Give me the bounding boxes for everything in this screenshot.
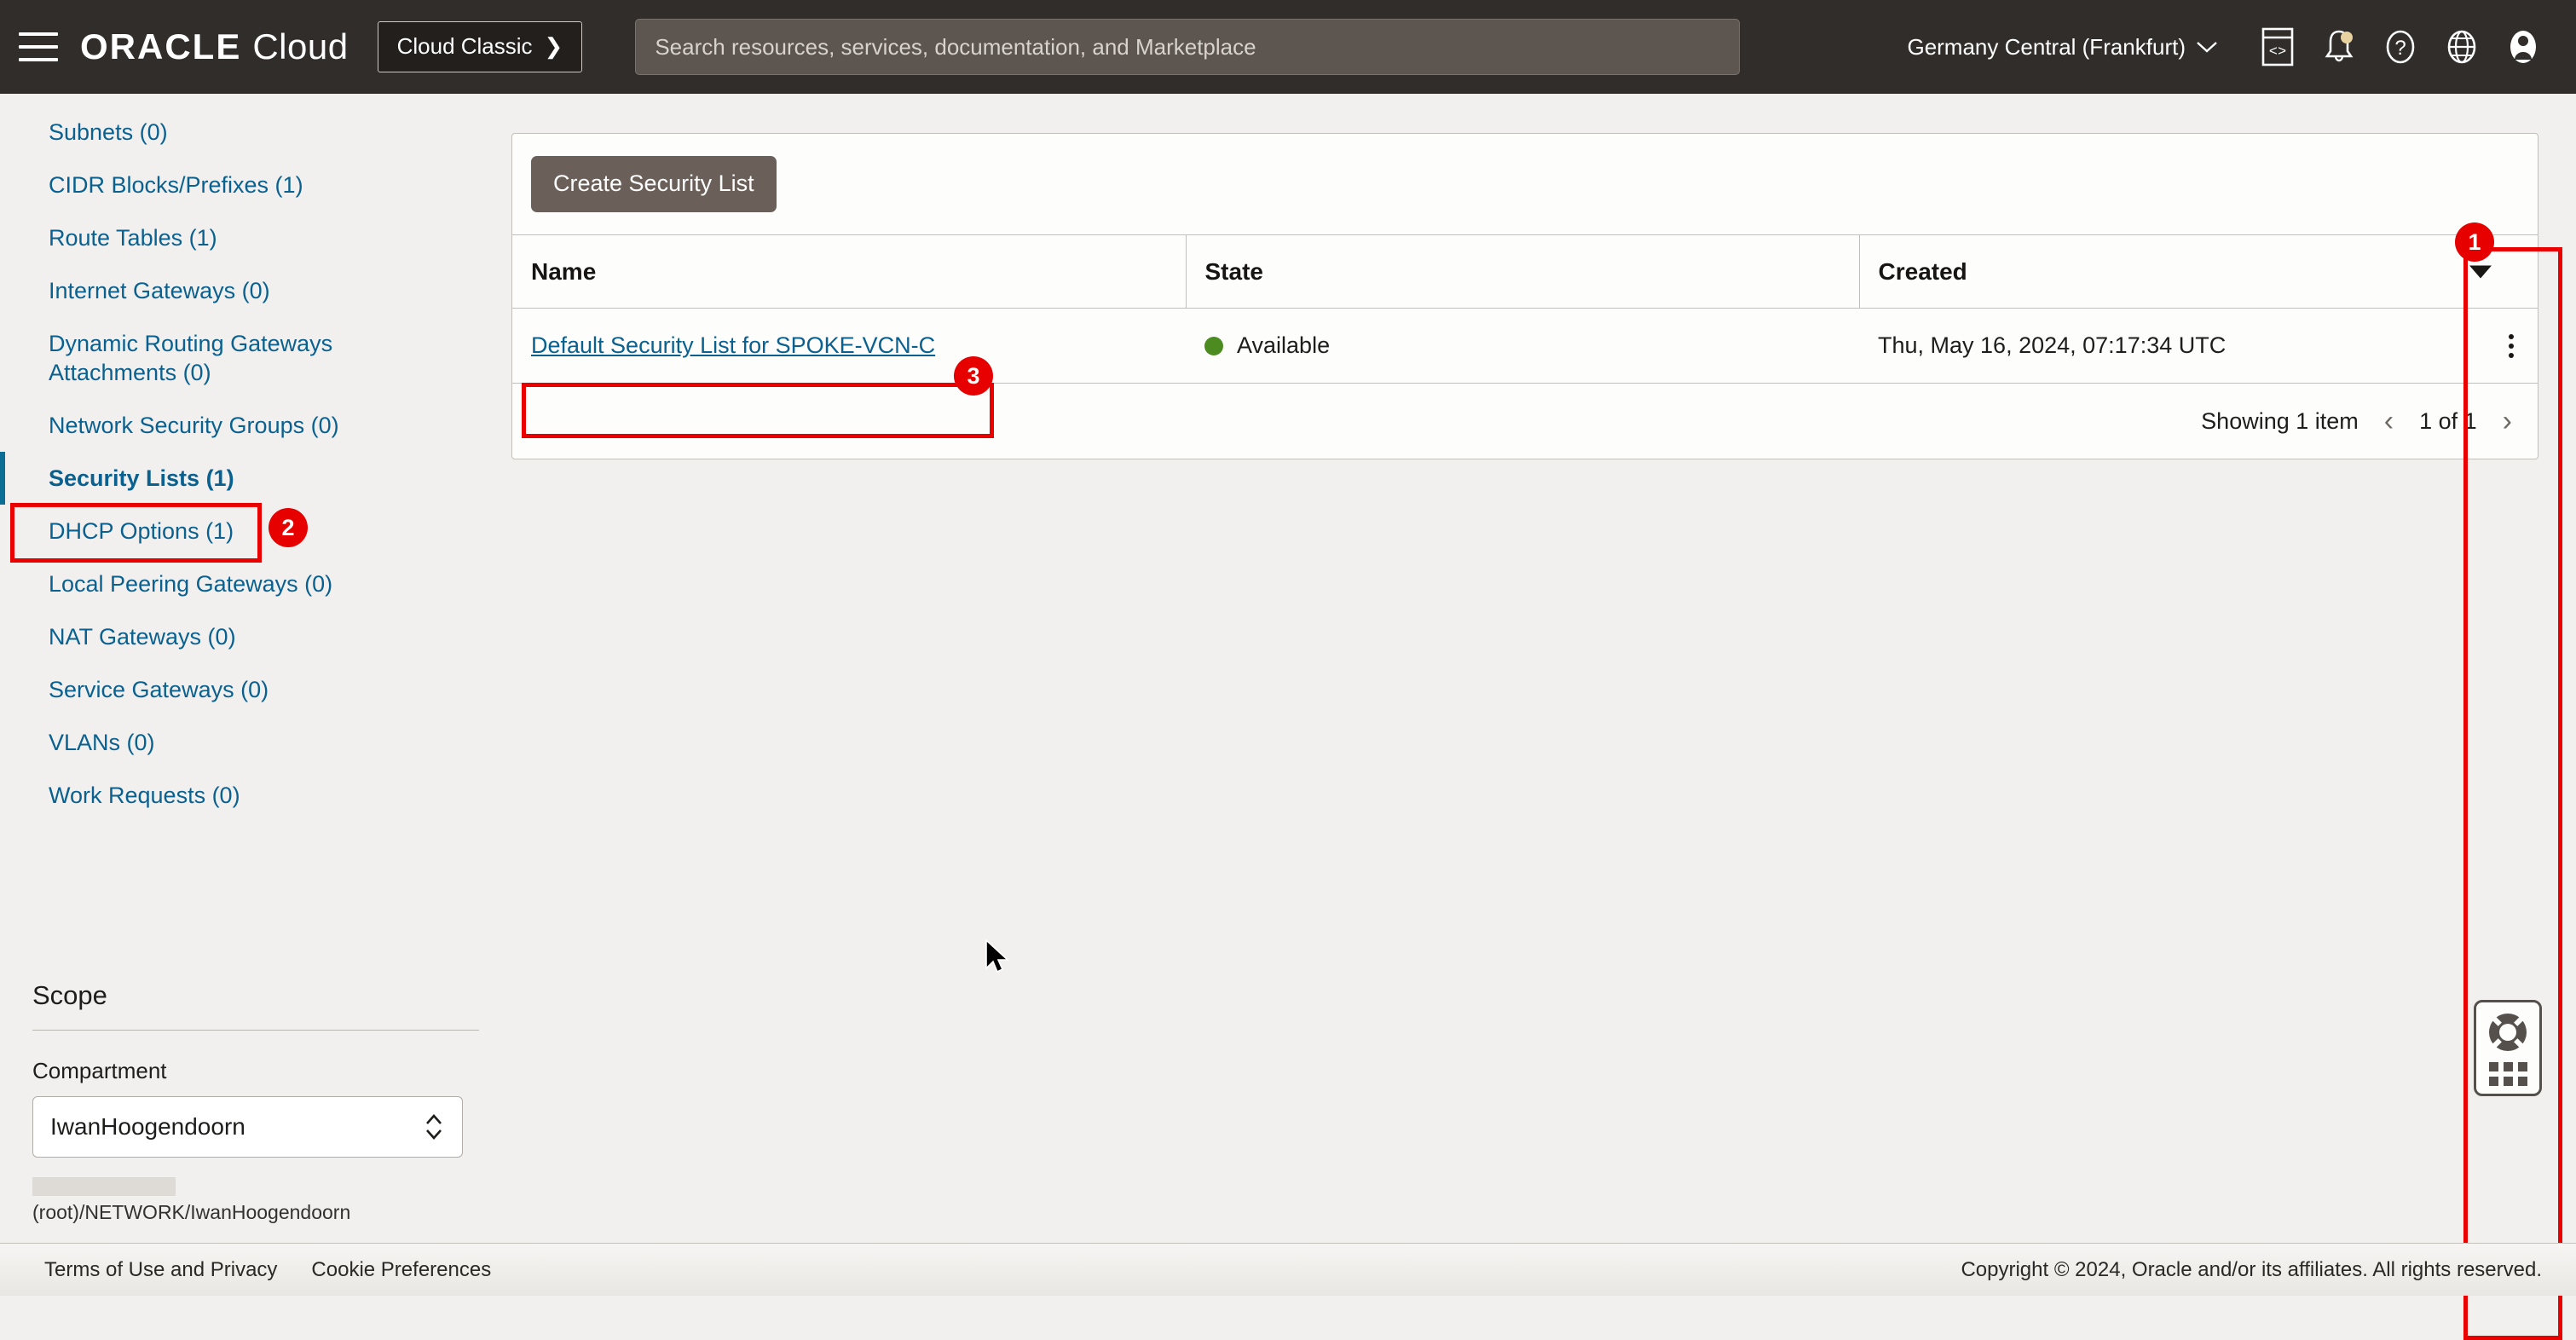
previous-page-icon[interactable]: ‹: [2384, 407, 2394, 436]
page-footer: Terms of Use and Privacy Cookie Preferen…: [0, 1243, 2576, 1296]
sidebar-item-nat-gateways[interactable]: NAT Gateways (0): [0, 610, 443, 663]
sidebar-item-network-security-groups[interactable]: Network Security Groups (0): [0, 399, 443, 452]
status-dot-icon: [1204, 337, 1223, 355]
annotation-marker-3: 3: [955, 357, 992, 395]
compartment-label: Compartment: [0, 1058, 511, 1084]
sidebar-item-dhcp-options[interactable]: DHCP Options (1): [0, 505, 443, 557]
sidebar-item-cidr-blocks-prefixes[interactable]: CIDR Blocks/Prefixes (1): [0, 159, 443, 211]
table-body: Default Security List for SPOKE-VCN-C Av…: [512, 309, 2538, 384]
created-timestamp: Thu, May 16, 2024, 07:17:34 UTC: [1878, 332, 2226, 358]
column-header-created-label: Created: [1879, 258, 1967, 285]
status-label: Available: [1237, 332, 1330, 359]
status-badge: Available: [1204, 332, 1840, 359]
redacted-tenancy-name: [32, 1177, 176, 1196]
brand-cloud: Cloud: [252, 26, 348, 67]
lifesaver-icon: [2486, 1010, 2530, 1054]
table-row: Default Security List for SPOKE-VCN-C Av…: [512, 309, 2538, 384]
table-header: Name State Created: [512, 235, 2538, 309]
column-header-state[interactable]: State: [1186, 235, 1859, 309]
compartment-value: IwanHoogendoorn: [50, 1113, 245, 1141]
sort-descending-caret-icon[interactable]: [2469, 265, 2492, 278]
region-label: Germany Central (Frankfurt): [1907, 34, 2186, 61]
compartment-path: (root)/NETWORK/IwanHoogendoorn: [0, 1171, 465, 1226]
scope-title: Scope: [0, 980, 511, 1011]
help-lifesaver-widget[interactable]: [2474, 1000, 2542, 1096]
security-lists-table: Name State Created Default Security List…: [512, 234, 2538, 384]
compartment-select[interactable]: IwanHoogendoorn: [32, 1096, 463, 1158]
page-body: Subnets (0) CIDR Blocks/Prefixes (1) Rou…: [0, 94, 2576, 1296]
column-header-name[interactable]: Name: [512, 235, 1186, 309]
resource-sidebar: Subnets (0) CIDR Blocks/Prefixes (1) Rou…: [0, 94, 511, 1296]
language-globe-icon[interactable]: [2431, 16, 2492, 78]
compartment-path-text: (root)/NETWORK/IwanHoogendoorn: [32, 1201, 350, 1223]
security-list-name-link[interactable]: Default Security List for SPOKE-VCN-C: [531, 332, 935, 358]
column-header-created[interactable]: Created: [1859, 235, 2538, 309]
annotation-marker-2: 2: [269, 509, 307, 546]
sidebar-item-work-requests[interactable]: Work Requests (0): [0, 769, 443, 822]
notifications-bell-icon[interactable]: [2308, 16, 2370, 78]
main-content: Create Security List Name State Created: [511, 94, 2576, 1296]
footer-links: Terms of Use and Privacy Cookie Preferen…: [44, 1258, 491, 1282]
showing-items-text: Showing 1 item: [2201, 408, 2359, 435]
sidebar-item-security-lists[interactable]: Security Lists (1): [0, 452, 443, 505]
scope-section: Scope Compartment IwanHoogendoorn (root)…: [0, 980, 511, 1226]
cell-created: Thu, May 16, 2024, 07:17:34 UTC: [1859, 309, 2538, 384]
cloud-classic-button[interactable]: Cloud Classic ❯: [378, 21, 583, 72]
sidebar-item-local-peering-gateways[interactable]: Local Peering Gateways (0): [0, 557, 443, 610]
sidebar-item-service-gateways[interactable]: Service Gateways (0): [0, 663, 443, 716]
sidebar-item-subnets[interactable]: Subnets (0): [0, 106, 443, 159]
cloud-shell-icon[interactable]: <>: [2247, 16, 2308, 78]
region-selector[interactable]: Germany Central (Frankfurt): [1907, 34, 2218, 61]
hamburger-menu-icon[interactable]: [19, 32, 58, 61]
cookie-preferences-link[interactable]: Cookie Preferences: [311, 1258, 491, 1282]
top-navigation-bar: ORACLE Cloud Cloud Classic ❯ Germany Cen…: [0, 0, 2576, 94]
security-lists-card: Create Security List Name State Created: [511, 133, 2538, 459]
page-indicator: 1 of 1: [2419, 408, 2477, 435]
sidebar-item-vlans[interactable]: VLANs (0): [0, 716, 443, 769]
terms-of-use-link[interactable]: Terms of Use and Privacy: [44, 1258, 277, 1282]
next-page-icon[interactable]: ›: [2503, 407, 2512, 436]
sidebar-item-route-tables[interactable]: Route Tables (1): [0, 211, 443, 264]
drag-grid-handle-icon[interactable]: [2489, 1062, 2527, 1086]
sidebar-item-internet-gateways[interactable]: Internet Gateways (0): [0, 264, 443, 317]
chevron-down-icon: [2196, 40, 2218, 54]
scope-divider: [32, 1030, 479, 1031]
cloud-classic-label: Cloud Classic: [397, 33, 533, 60]
kebab-menu-icon[interactable]: [2509, 334, 2514, 358]
svg-text:<>: <>: [2269, 44, 2286, 61]
table-header-row: Name State Created: [512, 235, 2538, 309]
brand-oracle: ORACLE: [80, 26, 241, 67]
chevron-up-down-icon: [423, 1110, 445, 1144]
cell-name: Default Security List for SPOKE-VCN-C: [512, 309, 1186, 384]
copyright-text: Copyright © 2024, Oracle and/or its affi…: [1961, 1258, 2542, 1282]
cell-state: Available: [1186, 309, 1859, 384]
global-search-box[interactable]: [635, 19, 1740, 75]
chevron-right-icon: ❯: [545, 33, 563, 60]
annotation-marker-1: 1: [2456, 223, 2493, 261]
oracle-cloud-logo: ORACLE Cloud: [80, 26, 349, 67]
svg-text:?: ?: [2394, 37, 2406, 60]
top-bar-actions: Germany Central (Frankfurt) <> ?: [1907, 16, 2554, 78]
card-toolbar: Create Security List: [512, 134, 2538, 234]
user-avatar-icon[interactable]: [2492, 16, 2554, 78]
sidebar-item-drg-attachments[interactable]: Dynamic Routing Gateways Attachments (0): [0, 317, 443, 399]
help-question-icon[interactable]: ?: [2370, 16, 2431, 78]
table-pagination: Showing 1 item ‹ 1 of 1 ›: [512, 384, 2538, 459]
create-security-list-button[interactable]: Create Security List: [531, 156, 777, 212]
search-input[interactable]: [636, 20, 1739, 74]
